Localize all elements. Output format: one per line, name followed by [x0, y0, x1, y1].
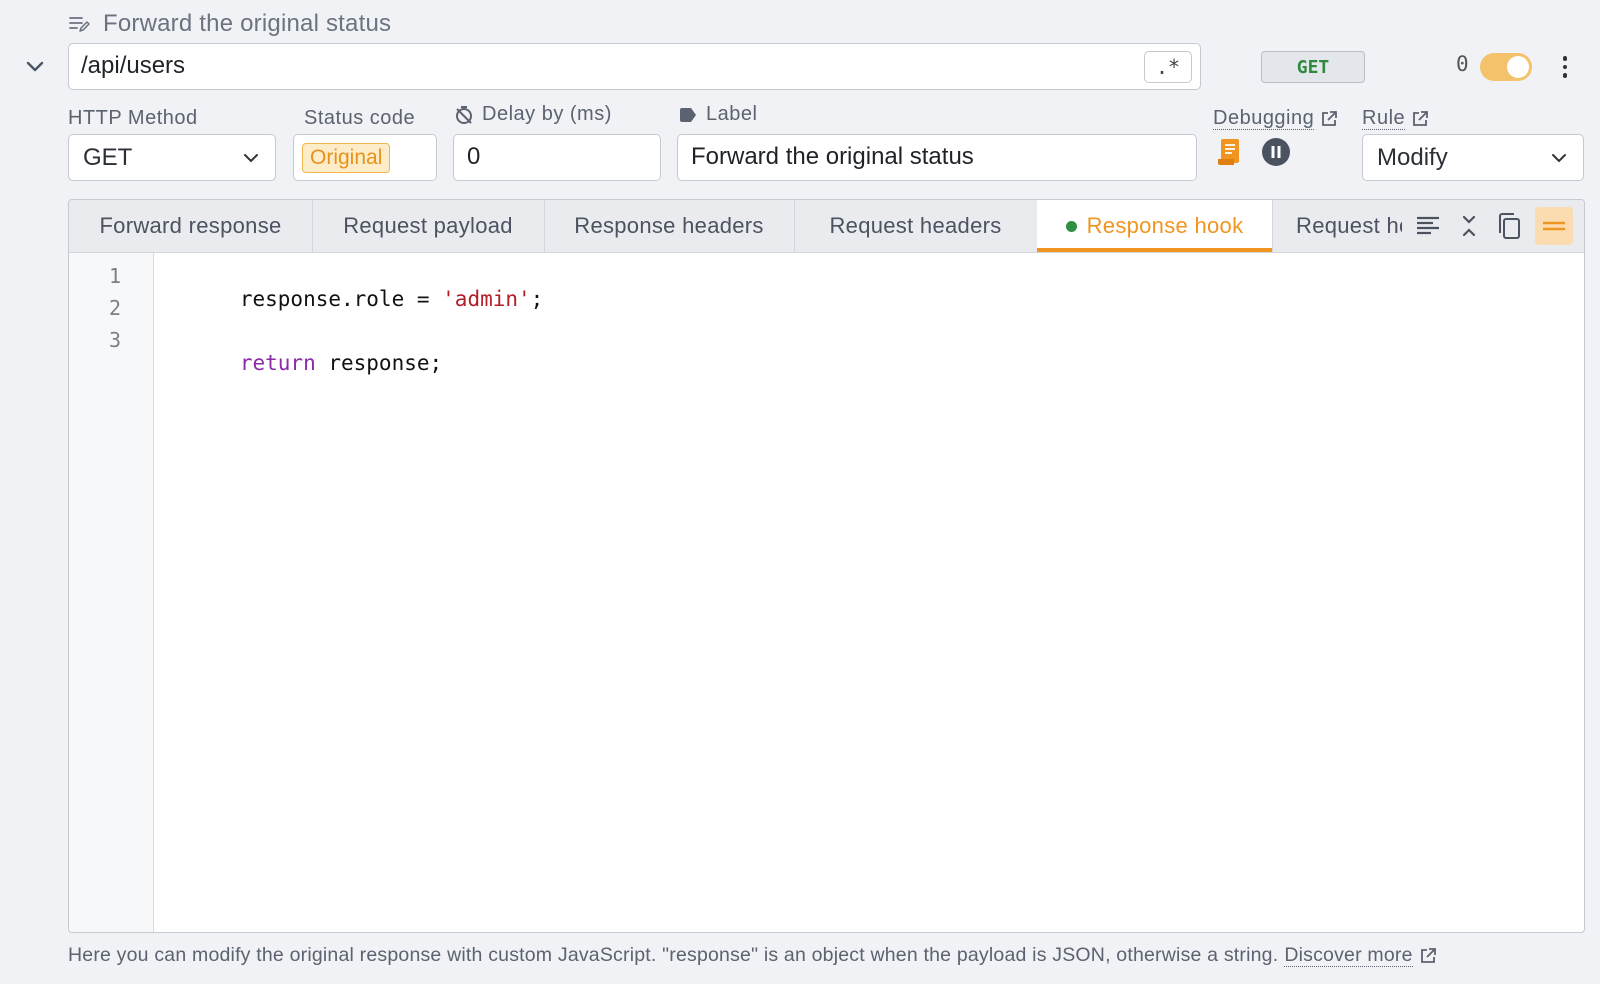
external-link-icon	[1322, 110, 1338, 126]
line-number: 3	[108, 328, 121, 352]
active-indicator-dot	[1065, 220, 1077, 232]
tab-request-headers[interactable]: Request headers	[794, 200, 1038, 252]
hit-count: 0	[1456, 52, 1469, 76]
editor-toolbar	[1402, 200, 1584, 252]
timer-off-icon	[456, 105, 472, 124]
status-code-field[interactable]: Original	[293, 134, 437, 181]
editor-panel: Forward response Request payload Respons…	[68, 199, 1585, 933]
tab-bar: Forward response Request payload Respons…	[69, 200, 1584, 253]
copy-button[interactable]	[1494, 211, 1524, 241]
code-line: return response;	[239, 351, 443, 375]
delay-label: Delay by (ms)	[454, 103, 612, 126]
label-field	[677, 134, 1197, 181]
more-options-button[interactable]	[1556, 52, 1574, 82]
delay-input[interactable]	[467, 135, 643, 179]
pause-icon[interactable]	[1261, 137, 1291, 167]
method-badge: GET	[1261, 51, 1365, 83]
chevron-down-icon[interactable]	[22, 54, 48, 80]
enable-toggle[interactable]	[1480, 53, 1532, 81]
code-line: response.role = 'admin';	[239, 287, 544, 311]
toggle-knob	[1507, 56, 1529, 78]
label-field-label: Label	[678, 103, 757, 126]
format-button[interactable]	[1413, 211, 1443, 241]
url-matcher-field: .*	[68, 43, 1201, 90]
edit-note-icon	[69, 17, 90, 32]
rule-title: Forward the original status	[103, 10, 392, 37]
chevron-down-icon	[1552, 153, 1566, 162]
collapse-icon	[1462, 215, 1475, 237]
delay-field	[453, 134, 661, 181]
wrap-toggle-button[interactable]	[1534, 207, 1573, 245]
copy-icon	[1499, 213, 1521, 239]
code-editor[interactable]: response.role = 'admin'; return response…	[164, 253, 1584, 932]
line-number: 2	[108, 296, 121, 320]
http-method-label: HTTP Method	[68, 107, 198, 129]
http-method-select[interactable]: GET	[68, 134, 276, 181]
label-input[interactable]	[691, 135, 1132, 179]
line-number-gutter: 1 2 3	[69, 253, 154, 932]
status-code-label: Status code	[304, 107, 416, 129]
chevron-down-icon	[244, 153, 258, 162]
tab-response-headers[interactable]: Response headers	[544, 200, 795, 252]
align-left-icon	[1417, 216, 1440, 235]
status-original-badge: Original	[302, 143, 391, 173]
tab-forward-response[interactable]: Forward response	[69, 200, 313, 252]
external-link-icon	[1413, 110, 1429, 126]
rule-label[interactable]: Rule	[1362, 107, 1429, 130]
tab-request-payload[interactable]: Request payload	[312, 200, 545, 252]
line-number: 1	[108, 264, 121, 288]
regex-toggle-button[interactable]: .*	[1144, 51, 1192, 83]
external-link-icon	[1420, 947, 1436, 963]
rule-select[interactable]: Modify	[1362, 134, 1584, 181]
tag-icon	[680, 107, 696, 122]
drag-handle-icon	[1542, 221, 1565, 231]
discover-more-link[interactable]: Discover more	[1284, 944, 1413, 967]
url-input[interactable]	[81, 44, 1081, 88]
tab-response-hook[interactable]: Response hook	[1037, 200, 1273, 252]
receipt-icon[interactable]	[1216, 137, 1242, 167]
debugging-label[interactable]: Debugging	[1213, 107, 1338, 130]
help-text: Here you can modify the original respons…	[68, 944, 1437, 967]
collapse-all-button[interactable]	[1454, 211, 1484, 241]
